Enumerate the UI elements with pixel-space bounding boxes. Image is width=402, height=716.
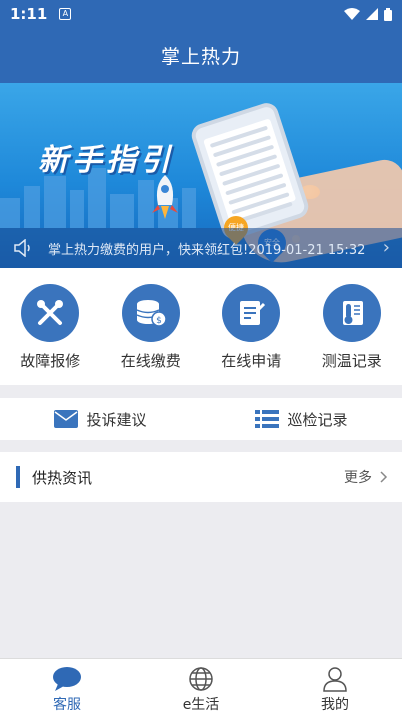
coins-icon: $ <box>121 284 180 342</box>
wrench-icon <box>21 284 80 342</box>
status-bar: 1:11 A <box>0 0 402 28</box>
chevron-right-icon[interactable]: › <box>383 237 390 258</box>
status-icons <box>344 7 392 21</box>
tab-label: e生活 <box>182 697 220 713</box>
wifi-icon <box>344 8 360 20</box>
banner-slogan: 新手指引 <box>38 143 174 178</box>
news-title: 供热资讯 <box>32 468 93 487</box>
bottom-tab-bar: 客服 e生活 我的 <box>0 658 402 716</box>
signal-icon <box>366 8 378 20</box>
svg-text:$: $ <box>156 316 162 326</box>
news-more-label: 更多 <box>344 470 372 486</box>
inspection-label: 巡检记录 <box>287 410 348 429</box>
tab-e-life[interactable]: e生活 <box>134 659 268 716</box>
battery-icon <box>384 7 392 21</box>
notice-ticker[interactable]: 掌上热力缴费的用户，快来领红包!2019-01-21 15:32 › <box>0 228 402 268</box>
tab-mine[interactable]: 我的 <box>268 659 402 716</box>
service-label: 故障报修 <box>20 352 81 370</box>
chat-icon <box>53 667 81 691</box>
service-label: 测温记录 <box>321 352 382 370</box>
news-more-link[interactable]: 更多 <box>344 467 388 487</box>
globe-icon <box>189 667 213 691</box>
service-label: 在线申请 <box>221 352 282 370</box>
user-icon <box>323 667 347 692</box>
thermometer-icon <box>322 284 381 342</box>
inspection-button[interactable]: 巡检记录 <box>201 398 402 440</box>
service-temperature-button[interactable]: 测温记录 <box>302 268 402 385</box>
tab-label: 我的 <box>321 697 349 713</box>
service-label: 在线缴费 <box>120 352 181 370</box>
app-bar: 掌上热力 <box>0 28 402 83</box>
list-icon <box>255 410 280 428</box>
service-apply-button[interactable]: 在线申请 <box>201 268 302 385</box>
secondary-links: 投诉建议 巡检记录 <box>0 398 402 440</box>
complaint-label: 投诉建议 <box>86 410 147 429</box>
page-title: 掌上热力 <box>160 46 241 68</box>
tab-label: 客服 <box>53 697 81 713</box>
news-section-header: 供热资讯 更多 <box>0 452 402 502</box>
edit-form-icon <box>222 284 281 342</box>
service-repair-button[interactable]: 故障报修 <box>0 268 101 385</box>
speaker-icon <box>14 239 30 257</box>
notification-a-icon: A <box>59 8 72 20</box>
mail-icon <box>54 410 79 428</box>
tab-customer-service[interactable]: 客服 <box>0 659 134 716</box>
rocket-icon <box>152 175 178 219</box>
notice-text: 掌上热力缴费的用户，快来领红包!2019-01-21 15:32 <box>48 242 366 258</box>
chevron-right-icon <box>380 471 388 483</box>
complaint-button[interactable]: 投诉建议 <box>0 398 201 440</box>
service-payment-button[interactable]: $ 在线缴费 <box>101 268 202 385</box>
service-grid: 故障报修 $ 在线缴费 在线申请 测温记录 <box>0 268 402 385</box>
status-time: 1:11 <box>10 5 48 23</box>
section-accent-bar <box>16 466 20 488</box>
